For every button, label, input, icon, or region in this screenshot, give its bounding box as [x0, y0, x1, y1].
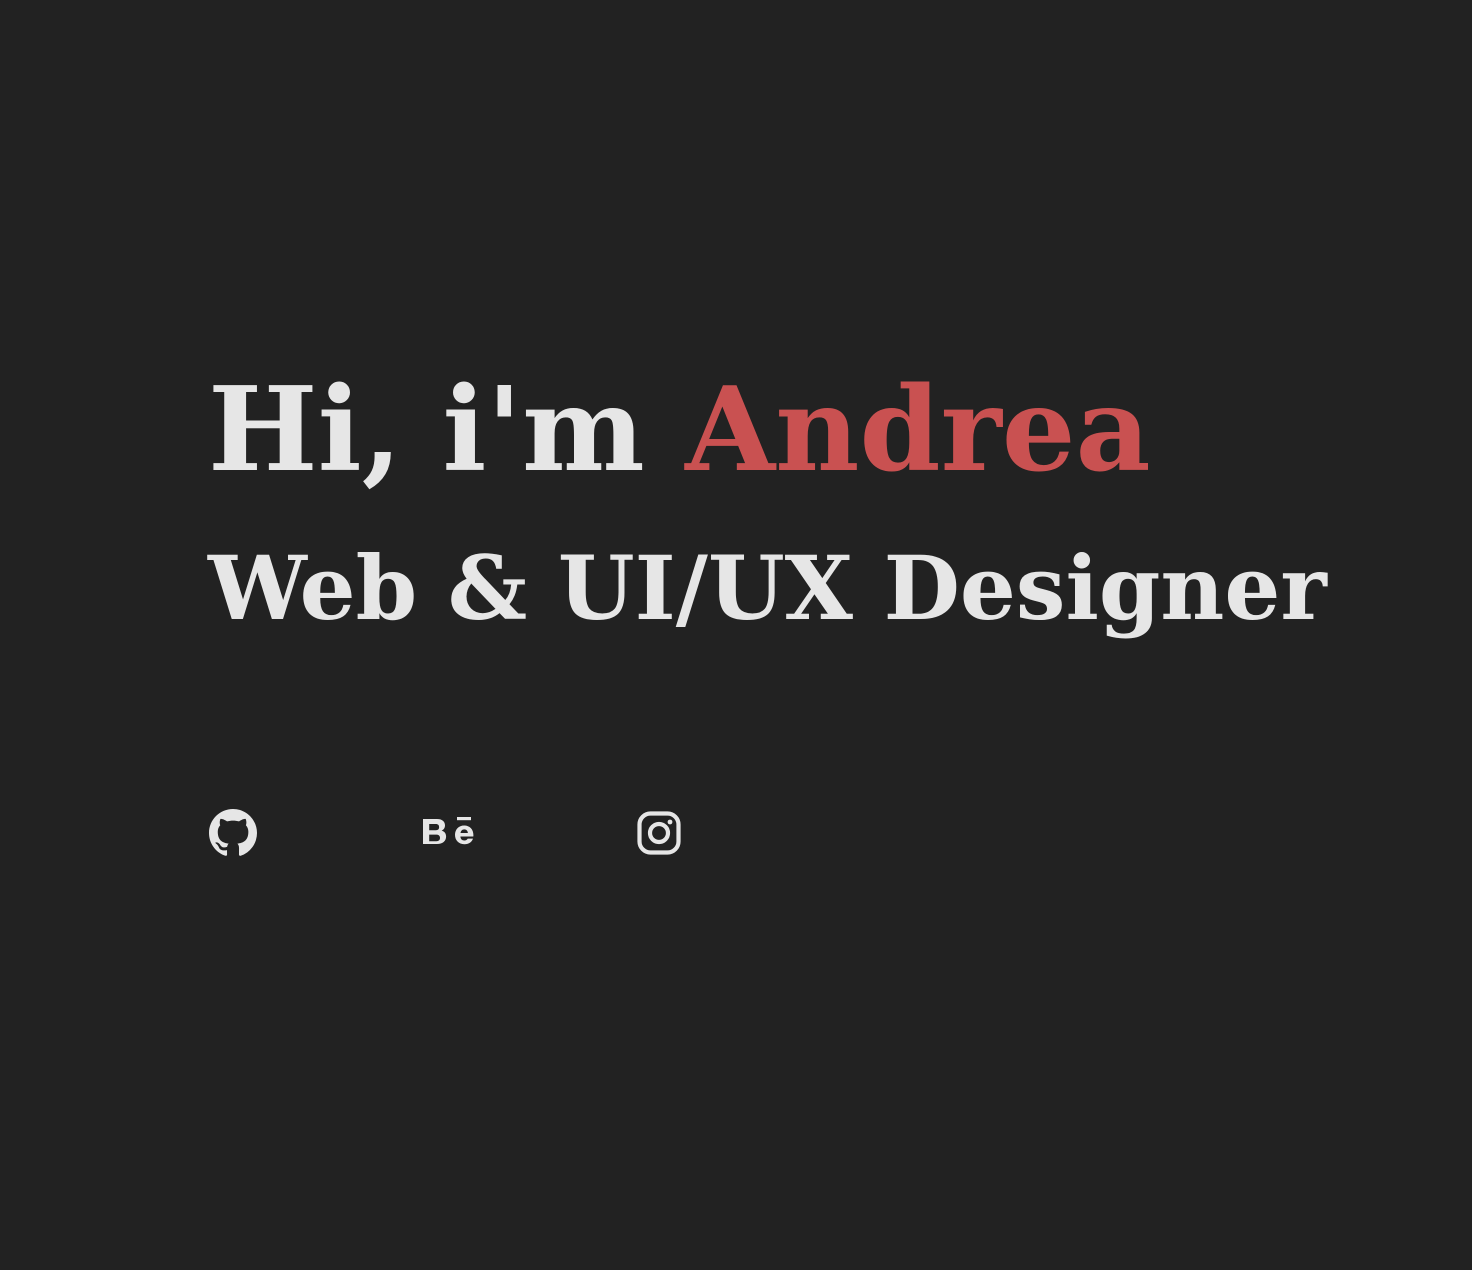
- github-link[interactable]: [208, 808, 258, 858]
- github-icon: [209, 809, 257, 856]
- behance-icon: [423, 817, 474, 845]
- instagram-link[interactable]: [636, 808, 682, 858]
- hero-name: Andrea: [685, 362, 1151, 498]
- hero-section: Hi, i'm Andrea Web & UI/UX Designer: [208, 360, 1408, 638]
- social-links: [208, 808, 682, 858]
- hero-role: Web & UI/UX Designer: [208, 536, 1327, 640]
- hero-greeting: Hi, i'm Andrea: [208, 360, 1408, 500]
- greeting-prefix: Hi, i'm: [208, 362, 686, 498]
- instagram-icon: [637, 811, 681, 855]
- behance-link[interactable]: [420, 808, 480, 858]
